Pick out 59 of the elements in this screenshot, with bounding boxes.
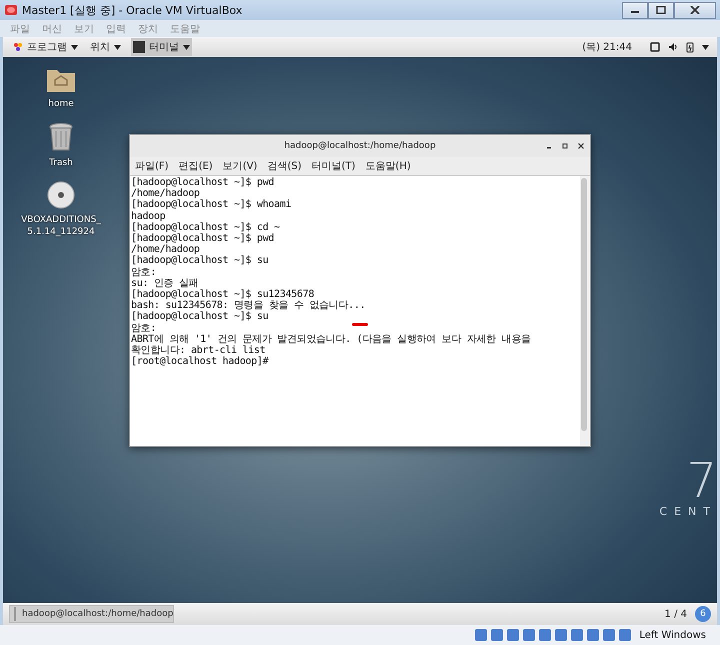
caret-icon — [183, 44, 190, 50]
terminal-line: 암호: — [131, 322, 156, 334]
battery-icon[interactable] — [686, 42, 694, 52]
terminal-title: hadoop@localhost:/home/hadoop — [284, 141, 436, 151]
menu-item[interactable]: 편집(E) — [178, 159, 213, 173]
workspace-indicator[interactable]: 1 / 4 — [664, 608, 687, 620]
terminal-line: [hadoop@localhost ~]$ cd ~ — [131, 222, 280, 233]
notification-badge[interactable]: 6 — [695, 606, 711, 622]
menu-item[interactable]: 보기(V) — [222, 159, 258, 173]
minimize-button[interactable] — [622, 2, 648, 18]
applications-menu[interactable]: 프로그램 — [11, 38, 80, 56]
places-menu[interactable]: 위치 — [88, 38, 123, 56]
menu-item[interactable]: 검색(S) — [267, 159, 302, 173]
terminal-line: [hadoop@localhost ~]$ su — [131, 255, 268, 267]
volume-icon[interactable] — [668, 42, 678, 52]
caret-icon — [114, 44, 121, 50]
window-title: Master1 [실행 중] - Oracle VM VirtualBox — [22, 2, 242, 18]
terminal-line: bash: su12345678: 명령을 찾을 수 없습니다... — [131, 300, 366, 312]
terminal-line: [hadoop@localhost ~]$ su — [131, 311, 268, 323]
close-icon — [690, 6, 700, 14]
terminal-app-menu[interactable]: 터미널 — [131, 38, 192, 56]
close-icon[interactable] — [578, 143, 584, 149]
system-menu-caret-icon[interactable] — [702, 44, 709, 50]
menu-item[interactable]: 도움말(H) — [365, 159, 411, 173]
caret-icon — [71, 44, 78, 50]
menu-item[interactable]: 터미널(T) — [312, 159, 356, 173]
terminal-line: [hadoop@localhost ~]$ su12345678 — [131, 289, 314, 300]
disc-icon[interactable] — [46, 181, 75, 209]
taskbar-window-button[interactable]: hadoop@localhost:/home/hadoop — [9, 605, 174, 623]
terminal-line: su: 인증 실패 — [131, 278, 198, 289]
terminal-line: /home/hadoop — [131, 244, 200, 256]
terminal-line: 암호: — [131, 266, 156, 278]
terminal-line: [hadoop@localhost ~]$ whoami — [131, 199, 292, 211]
scrollbar[interactable] — [580, 176, 590, 446]
terminal-line: [hadoop@localhost ~]$ pwd — [131, 177, 274, 188]
home-folder-icon[interactable] — [46, 67, 76, 93]
maximize-icon — [656, 6, 666, 14]
trash-icon[interactable] — [49, 122, 73, 152]
desktop-icon-label[interactable]: home — [48, 98, 74, 110]
terminal-line: [root@localhost hadoop]# — [131, 356, 268, 368]
logo-word: CENT — [659, 505, 717, 518]
terminal-line: hadoop — [131, 210, 166, 222]
host-key-label: Left Windows — [639, 630, 706, 640]
maximize-button[interactable] — [648, 2, 674, 18]
terminal-line: [hadoop@localhost ~]$ pwd — [131, 233, 274, 244]
terminal-line: /home/hadoop — [131, 188, 200, 200]
app-icon — [4, 3, 18, 17]
applications-icon — [13, 42, 23, 52]
close-button[interactable] — [674, 2, 716, 18]
logo-numeral: 7 — [686, 457, 717, 505]
maximize-icon[interactable] — [562, 143, 568, 149]
clock[interactable]: (목) 21:44 — [582, 40, 632, 54]
terminal-line: 확인합니다: abrt-cli list — [131, 345, 266, 356]
underline-annotation — [352, 323, 368, 326]
screen-icon[interactable] — [650, 42, 660, 52]
terminal-line: ABRT에 의해 '1' 건의 문제가 발견되었습니다. (다음을 실행하여 보다 자세한 내용을 — [131, 334, 531, 345]
menu-item[interactable]: 파일(F) — [135, 159, 169, 173]
desktop-icon-label[interactable]: Trash — [49, 157, 73, 169]
desktop-icon-label[interactable]: VBOXADDITIONS_ 5.1.14_112924 — [21, 214, 101, 238]
